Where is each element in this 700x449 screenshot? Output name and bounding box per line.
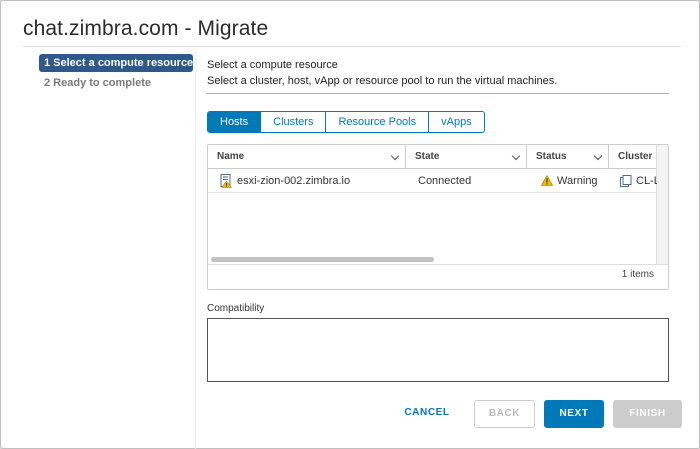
content-divider [207, 93, 669, 94]
back-button[interactable]: BACK [474, 400, 535, 428]
column-header-name-label: Name [217, 151, 245, 162]
resource-tabs: Hosts Clusters Resource Pools vApps [207, 111, 485, 133]
content-heading: Select a compute resource [207, 59, 338, 71]
chevron-down-icon[interactable] [390, 151, 400, 161]
content-subheading: Select a cluster, host, vApp or resource… [207, 75, 558, 87]
hosts-grid: Name State Status Cluster esxi-zion-002.… [207, 144, 669, 290]
compatibility-panel [207, 318, 669, 382]
horizontal-scrollbar[interactable] [208, 255, 657, 264]
column-header-status-label: Status [536, 151, 567, 162]
step-content: Select a compute resource Select a clust… [207, 59, 669, 382]
column-header-cluster-label: Cluster [618, 151, 653, 162]
column-header-state-label: State [415, 151, 440, 162]
column-header-name[interactable]: Name [208, 145, 406, 168]
step-ready-to-complete[interactable]: 2 Ready to complete [39, 74, 193, 92]
tab-vapps[interactable]: vApps [429, 112, 484, 132]
cancel-button[interactable]: CANCEL [399, 400, 455, 428]
scrollbar-thumb[interactable] [211, 257, 434, 262]
tab-hosts[interactable]: Hosts [208, 112, 262, 132]
table-row[interactable]: esxi-zion-002.zimbra.io Connected Warnin… [208, 169, 657, 193]
host-name[interactable]: esxi-zion-002.zimbra.io [237, 169, 350, 193]
dialog-title: chat.zimbra.com - Migrate [23, 17, 269, 40]
title-divider [23, 46, 681, 47]
chevron-down-icon[interactable] [593, 151, 603, 161]
tab-resource-pools[interactable]: Resource Pools [326, 112, 430, 132]
compatibility-label: Compatibility [207, 303, 265, 314]
cluster-name[interactable]: CL-L [636, 169, 657, 193]
column-header-cluster[interactable]: Cluster [609, 145, 657, 168]
column-header-state[interactable]: State [406, 145, 527, 168]
host-warning-icon [220, 174, 232, 188]
cell-name[interactable]: esxi-zion-002.zimbra.io [220, 169, 406, 193]
migrate-dialog: chat.zimbra.com - Migrate 1 Select a com… [0, 0, 700, 449]
vertical-scrollbar[interactable] [656, 145, 668, 264]
step-select-compute-resource[interactable]: 1 Select a compute resource [39, 54, 193, 72]
grid-footer-divider [208, 264, 668, 265]
column-header-status[interactable]: Status [527, 145, 609, 168]
cell-status: Warning [541, 169, 609, 193]
chevron-down-icon[interactable] [511, 151, 521, 161]
cell-state: Connected [418, 175, 472, 187]
status-text: Warning [557, 175, 598, 187]
next-button[interactable]: NEXT [544, 400, 604, 428]
item-count: 1 items [621, 269, 654, 280]
finish-button[interactable]: FINISH [613, 400, 682, 428]
grid-header: Name State Status Cluster [208, 145, 657, 169]
warning-icon [541, 175, 553, 186]
wizard-steps: 1 Select a compute resource 2 Ready to c… [39, 54, 193, 94]
cell-cluster[interactable]: CL-L [620, 169, 657, 193]
cluster-icon [620, 175, 632, 187]
tab-clusters[interactable]: Clusters [261, 112, 327, 132]
steps-divider [195, 51, 196, 449]
